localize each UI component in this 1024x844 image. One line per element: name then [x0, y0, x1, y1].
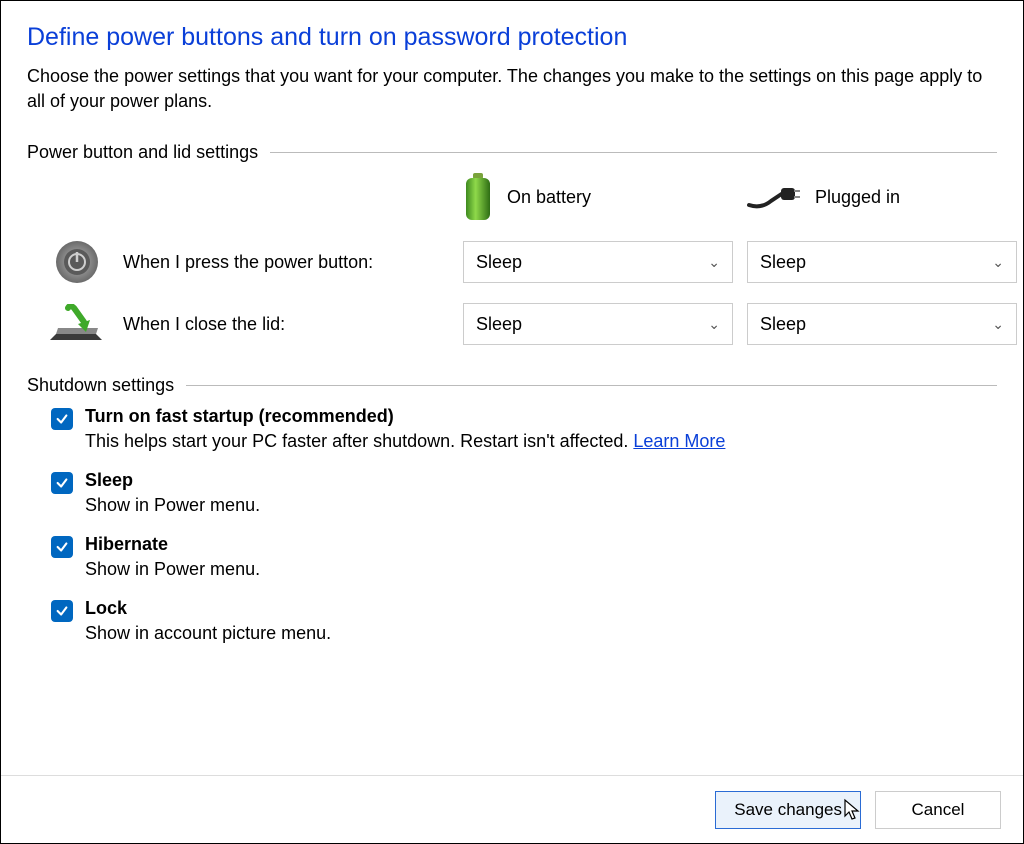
checkbox-sleep-row: Sleep Show in Power menu. — [51, 470, 997, 516]
row-power-button-label: When I press the power button: — [123, 252, 373, 273]
section-shutdown-label: Shutdown settings — [27, 375, 174, 396]
section-shutdown: Shutdown settings — [27, 375, 997, 396]
save-changes-label: Save changes — [734, 800, 842, 820]
checkbox-lock[interactable] — [51, 600, 73, 622]
select-lid-plugged[interactable]: Sleep ⌄ — [747, 303, 1017, 345]
select-lid-plugged-value: Sleep — [760, 314, 806, 335]
lock-title: Lock — [85, 598, 331, 619]
divider — [186, 385, 997, 386]
row-power-button: When I press the power button: — [49, 239, 449, 285]
sleep-desc: Show in Power menu. — [85, 495, 260, 516]
page-subtitle: Choose the power settings that you want … — [27, 64, 987, 114]
cancel-label: Cancel — [912, 800, 965, 820]
fast-startup-desc: This helps start your PC faster after sh… — [85, 431, 725, 452]
power-options-window: Define power buttons and turn on passwor… — [0, 0, 1024, 844]
learn-more-link[interactable]: Learn More — [633, 431, 725, 451]
column-header-battery: On battery — [463, 173, 733, 221]
close-lid-icon — [49, 304, 105, 344]
hibernate-title: Hibernate — [85, 534, 260, 555]
section-power-lid-label: Power button and lid settings — [27, 142, 258, 163]
column-header-battery-label: On battery — [507, 187, 591, 208]
column-header-plugged-label: Plugged in — [815, 187, 900, 208]
footer: Save changes Cancel — [1, 775, 1023, 843]
cancel-button[interactable]: Cancel — [875, 791, 1001, 829]
checkbox-lock-row: Lock Show in account picture menu. — [51, 598, 997, 644]
fast-startup-title: Turn on fast startup (recommended) — [85, 406, 725, 427]
hibernate-desc: Show in Power menu. — [85, 559, 260, 580]
chevron-down-icon: ⌄ — [708, 254, 720, 271]
save-changes-button[interactable]: Save changes — [715, 791, 861, 829]
sleep-title: Sleep — [85, 470, 260, 491]
select-power-plugged-value: Sleep — [760, 252, 806, 273]
checkbox-sleep[interactable] — [51, 472, 73, 494]
chevron-down-icon: ⌄ — [992, 254, 1004, 271]
select-power-plugged[interactable]: Sleep ⌄ — [747, 241, 1017, 283]
column-header-plugged: Plugged in — [747, 183, 1017, 211]
chevron-down-icon: ⌄ — [992, 316, 1004, 333]
row-close-lid-label: When I close the lid: — [123, 314, 285, 335]
select-lid-battery-value: Sleep — [476, 314, 522, 335]
shutdown-list: Turn on fast startup (recommended) This … — [51, 406, 997, 644]
checkbox-hibernate-row: Hibernate Show in Power menu. — [51, 534, 997, 580]
select-lid-battery[interactable]: Sleep ⌄ — [463, 303, 733, 345]
divider — [270, 152, 997, 153]
row-close-lid: When I close the lid: — [49, 304, 449, 344]
battery-icon — [463, 173, 493, 221]
checkbox-fast-startup[interactable] — [51, 408, 73, 430]
page-title: Define power buttons and turn on passwor… — [27, 23, 997, 52]
chevron-down-icon: ⌄ — [708, 316, 720, 333]
select-power-battery[interactable]: Sleep ⌄ — [463, 241, 733, 283]
power-lid-grid: On battery Plugged in — [49, 173, 997, 345]
section-power-lid: Power button and lid settings — [27, 142, 997, 163]
checkbox-fast-startup-row: Turn on fast startup (recommended) This … — [51, 406, 997, 452]
lock-desc: Show in account picture menu. — [85, 623, 331, 644]
checkbox-hibernate[interactable] — [51, 536, 73, 558]
select-power-battery-value: Sleep — [476, 252, 522, 273]
plug-icon — [747, 183, 801, 211]
power-button-icon — [49, 239, 105, 285]
